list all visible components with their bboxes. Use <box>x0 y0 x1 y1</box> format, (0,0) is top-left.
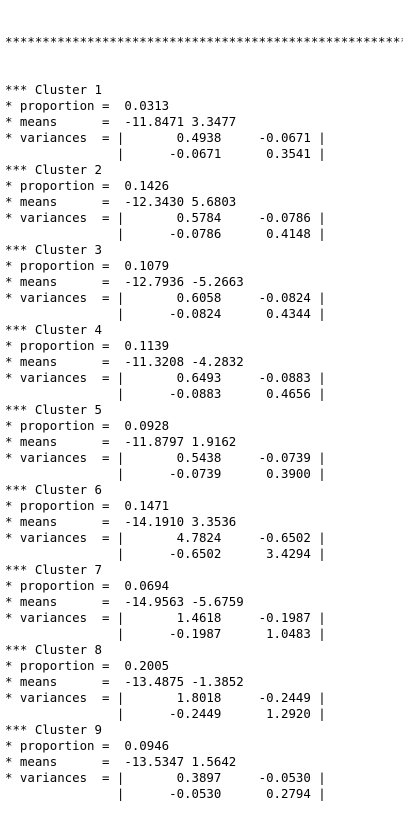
cluster-means-line: * means = -13.4875 -1.3852 <box>5 674 244 689</box>
cluster-block: *** Cluster 7 * proportion = 0.0694 * mean… <box>5 562 400 642</box>
cluster-variances-row-2: | -0.0824 0.4344 | <box>5 306 326 321</box>
cluster-variances-row-2: | -0.0786 0.4148 | <box>5 226 326 241</box>
cluster-proportion-line: * proportion = 0.1139 <box>5 338 170 353</box>
cluster-means-line: * means = -14.1910 3.3536 <box>5 514 237 529</box>
cluster-proportion-line: * proportion = 0.0694 <box>5 578 170 593</box>
cluster-means-line: * means = -11.8471 3.3477 <box>5 114 237 129</box>
cluster-header: *** Cluster 1 <box>5 82 102 97</box>
cluster-list: *** Cluster 1 * proportion = 0.0313 * mean… <box>5 82 400 802</box>
cluster-variances-row-1: * variances = | 0.4938 -0.0671 | <box>5 130 326 145</box>
cluster-means-line: * means = -14.9563 -5.6759 <box>5 594 244 609</box>
cluster-header: *** Cluster 3 <box>5 242 102 257</box>
cluster-variances-row-1: * variances = | 0.5438 -0.0739 | <box>5 450 326 465</box>
cluster-header: *** Cluster 2 <box>5 162 102 177</box>
cluster-proportion-line: * proportion = 0.0313 <box>5 98 170 113</box>
cluster-variances-row-2: | -0.1987 1.0483 | <box>5 626 326 641</box>
cluster-means-line: * means = -12.7936 -5.2663 <box>5 274 244 289</box>
cluster-means-line: * means = -13.5347 1.5642 <box>5 754 237 769</box>
cluster-proportion-line: * proportion = 0.1426 <box>5 178 170 193</box>
cluster-block: *** Cluster 9 * proportion = 0.0946 * mean… <box>5 722 400 802</box>
cluster-variances-row-1: * variances = | 0.6058 -0.0824 | <box>5 290 326 305</box>
console-output: ****************************************… <box>5 2 403 818</box>
cluster-header: *** Cluster 6 <box>5 482 102 497</box>
cluster-block: *** Cluster 8 * proportion = 0.2005 * mean… <box>5 642 400 722</box>
cluster-variances-row-1: * variances = | 1.4618 -0.1987 | <box>5 610 326 625</box>
cluster-variances-row-2: | -0.0883 0.4656 | <box>5 386 326 401</box>
cluster-variances-row-1: * variances = | 0.5784 -0.0786 | <box>5 210 326 225</box>
cluster-variances-row-1: * variances = | 4.7824 -0.6502 | <box>5 530 326 545</box>
cluster-proportion-line: * proportion = 0.2005 <box>5 658 170 673</box>
cluster-variances-row-2: | -0.6502 3.4294 | <box>5 546 326 561</box>
cluster-block: *** Cluster 1 * proportion = 0.0313 * mean… <box>5 82 400 162</box>
cluster-variances-row-2: | -0.2449 1.2920 | <box>5 706 326 721</box>
cluster-block: *** Cluster 3 * proportion = 0.1079 * mean… <box>5 242 400 322</box>
cluster-block: *** Cluster 6 * proportion = 0.1471 * mean… <box>5 482 400 562</box>
cluster-means-line: * means = -12.3430 5.6803 <box>5 194 237 209</box>
cluster-variances-row-2: | -0.0530 0.2794 | <box>5 786 326 801</box>
cluster-header: *** Cluster 5 <box>5 402 102 417</box>
cluster-header: *** Cluster 4 <box>5 322 102 337</box>
cluster-header: *** Cluster 7 <box>5 562 102 577</box>
cluster-header: *** Cluster 9 <box>5 722 102 737</box>
cluster-proportion-line: * proportion = 0.0928 <box>5 418 170 433</box>
cluster-proportion-line: * proportion = 0.0946 <box>5 738 170 753</box>
cluster-block: *** Cluster 4 * proportion = 0.1139 * mean… <box>5 322 400 402</box>
cluster-variances-row-1: * variances = | 0.3897 -0.0530 | <box>5 770 326 785</box>
cluster-variances-row-2: | -0.0671 0.3541 | <box>5 146 326 161</box>
cluster-means-line: * means = -11.3208 -4.2832 <box>5 354 244 369</box>
cluster-block: *** Cluster 5 * proportion = 0.0928 * mean… <box>5 402 400 482</box>
cluster-header: *** Cluster 8 <box>5 642 102 657</box>
cluster-proportion-line: * proportion = 0.1471 <box>5 498 170 513</box>
cluster-variances-row-1: * variances = | 0.6493 -0.0883 | <box>5 370 326 385</box>
cluster-variances-row-2: | -0.0739 0.3900 | <box>5 466 326 481</box>
cluster-means-line: * means = -11.8797 1.9162 <box>5 434 237 449</box>
cluster-variances-row-1: * variances = | 1.8018 -0.2449 | <box>5 690 326 705</box>
separator-line: ****************************************… <box>5 34 403 49</box>
cluster-proportion-line: * proportion = 0.1079 <box>5 258 170 273</box>
cluster-block: *** Cluster 2 * proportion = 0.1426 * mean… <box>5 162 400 242</box>
